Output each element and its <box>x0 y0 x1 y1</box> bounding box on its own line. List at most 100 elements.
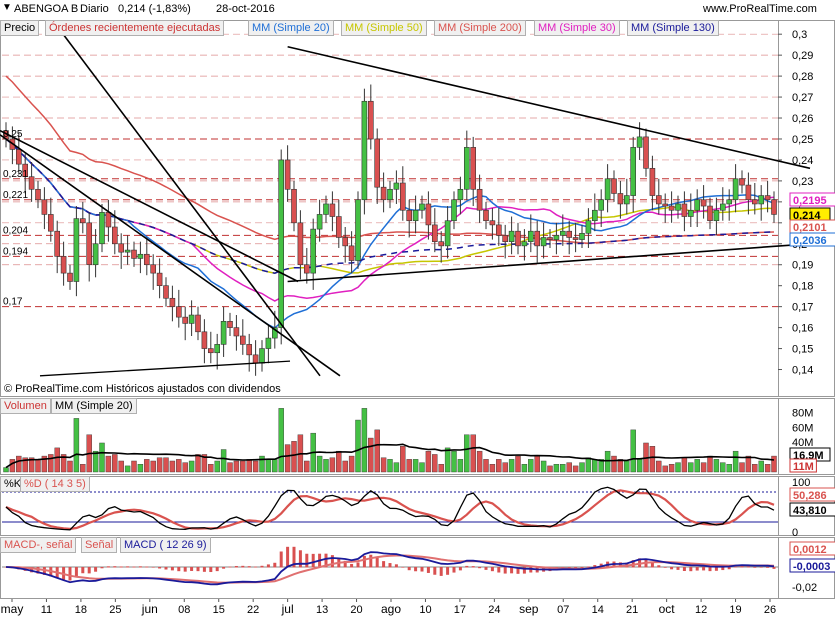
x-tick-label: 13 <box>316 604 328 616</box>
macd-histogram-bar <box>266 564 270 568</box>
copyright-note: © ProRealTime.com Históricos ajustados c… <box>4 383 281 395</box>
macd-histogram-bar <box>426 567 430 573</box>
x-tick-label: 22 <box>247 604 259 616</box>
candle-up <box>323 203 329 215</box>
volume-bar-down <box>707 455 713 473</box>
price-legend-4[interactable]: MM (Simple 200) <box>434 20 526 36</box>
volume-bar-down <box>67 460 73 473</box>
badge-ma20: 0,2036 <box>793 235 827 247</box>
volume-bar-up <box>316 455 323 473</box>
volume-bar-up <box>540 460 547 473</box>
level-label: 0,25 <box>3 129 23 140</box>
volume-bar-down <box>489 464 496 473</box>
macd-legend-1[interactable]: Señal <box>81 537 118 553</box>
macd-histogram-bar <box>132 566 136 568</box>
price-legend-5[interactable]: MM (Simple 30) <box>534 20 620 36</box>
volume-bar-down <box>105 455 112 473</box>
volume-bar-down <box>425 450 432 473</box>
volume-bar-up <box>393 462 400 473</box>
volume-bar-down <box>35 459 41 473</box>
volume-bar-up <box>585 457 592 473</box>
candle-up <box>732 178 739 201</box>
price-legend-1[interactable]: Órdenes recientemente ejecutadas <box>45 20 225 36</box>
candle-down <box>707 205 713 222</box>
macd-histogram-bar <box>164 567 168 570</box>
price-tick-label: 0,23 <box>792 176 813 188</box>
macd-histogram-bar <box>158 567 162 569</box>
macd-histogram-bar <box>484 567 488 570</box>
candle-down <box>284 159 291 190</box>
volume-tick-label: 40M <box>792 437 813 449</box>
macd-histogram-bar <box>369 554 373 568</box>
volume-bar-up <box>579 462 585 473</box>
volume-bar-down <box>284 444 291 473</box>
macd-histogram-bar <box>478 567 482 569</box>
candle-down <box>208 348 214 354</box>
volume-bar-down <box>700 462 707 473</box>
volume-bar-down <box>118 460 124 473</box>
macd-histogram-bar <box>382 561 386 568</box>
candle-up <box>361 100 368 201</box>
volume-bar-down <box>572 465 579 473</box>
macd-histogram-bar <box>298 550 302 568</box>
macd-histogram-bar <box>177 567 181 572</box>
volume-bar-down <box>515 455 521 473</box>
candle-up <box>259 348 265 364</box>
macd-histogram-bar <box>209 567 213 573</box>
macd-legend-0[interactable]: MACD-, señal <box>0 537 77 553</box>
stoch-legend-1[interactable]: %D ( 14 3 5) <box>20 476 90 492</box>
candle-up <box>758 195 765 205</box>
volume-bar-down <box>502 462 508 473</box>
price-legend-0[interactable]: Precio <box>0 20 40 36</box>
macd-legend-2[interactable]: MACD ( 12 26 9) <box>120 537 211 553</box>
macd-histogram-bar <box>247 566 251 568</box>
volume-bar-up <box>508 459 515 473</box>
macd-histogram-bar <box>586 566 590 568</box>
volume-legend-1[interactable]: MM (Simple 20) <box>51 398 137 414</box>
price-legend-6[interactable]: MM (Simple 130) <box>627 20 719 36</box>
volume-bar-up <box>220 449 227 473</box>
candle-down <box>54 230 61 257</box>
candle-down <box>380 186 387 201</box>
volume-bar-down <box>80 464 86 473</box>
macd-histogram-bar <box>215 567 219 572</box>
candle-up <box>623 195 630 205</box>
volume-bar-up <box>636 459 643 473</box>
badge-stoch-k: 43,810 <box>793 505 827 517</box>
candle-down <box>668 205 675 211</box>
macd-histogram-bar <box>145 566 149 568</box>
candle-down <box>118 243 124 253</box>
price-legend-2[interactable]: MM (Simple 20) <box>248 20 334 36</box>
candle-up <box>265 337 272 349</box>
candle-up <box>675 203 681 211</box>
volume-bar-up <box>451 450 457 473</box>
volume-bar-up <box>713 459 720 473</box>
x-tick-label: may <box>1 602 24 616</box>
macd-histogram-bar <box>113 566 117 568</box>
macd-histogram-bar <box>465 565 469 568</box>
volume-bar-down <box>348 455 355 473</box>
macd-histogram-bar <box>663 567 667 568</box>
candle-down <box>425 203 432 226</box>
macd-histogram-bar <box>702 567 706 571</box>
volume-legend-0[interactable]: Volumen <box>0 398 51 414</box>
x-tick-label: 21 <box>626 604 638 616</box>
candle-down <box>240 335 246 345</box>
badge-volume: 11M <box>793 461 814 473</box>
macd-histogram-bar <box>375 557 379 568</box>
candle-down <box>367 100 374 140</box>
candle-up <box>419 203 425 211</box>
candle-down <box>681 203 688 217</box>
macd-histogram-bar <box>650 562 654 568</box>
candle-down <box>476 188 483 211</box>
candle-up <box>310 228 317 274</box>
price-tick-label: 0,28 <box>792 71 813 83</box>
volume-bar-down <box>611 455 617 473</box>
macd-histogram-bar <box>414 567 418 572</box>
price-legend-3[interactable]: MM (Simple 50) <box>341 20 427 36</box>
volume-bar-up <box>124 465 131 473</box>
candle-down <box>617 193 624 205</box>
price-tick-label: 0,25 <box>792 134 813 146</box>
macd-histogram-bar <box>170 567 174 571</box>
candle-down <box>297 222 304 266</box>
